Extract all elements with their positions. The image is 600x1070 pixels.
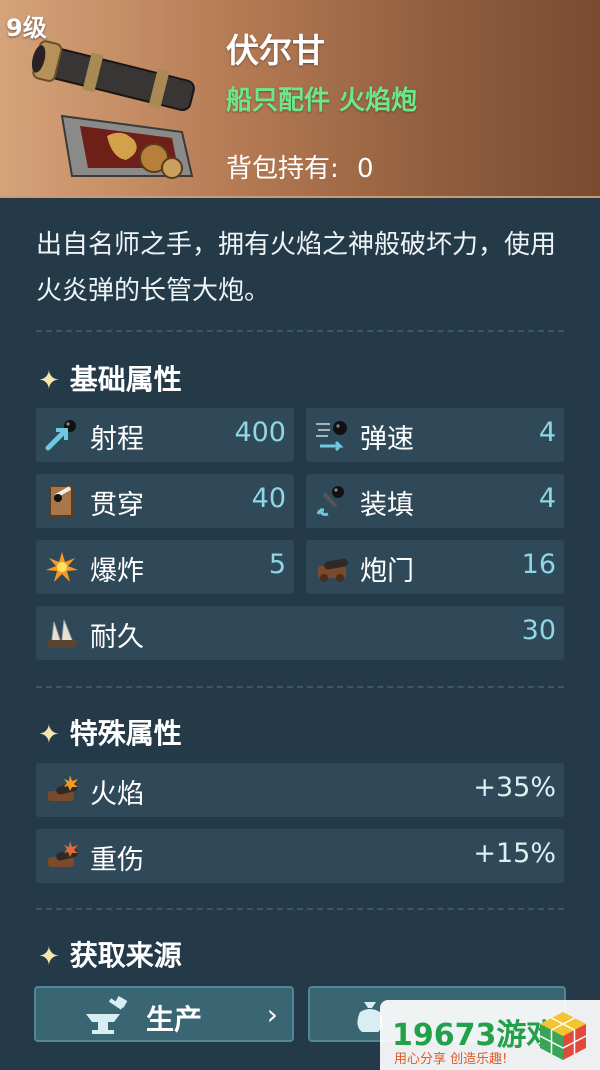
stat-value: 4 [538, 417, 556, 448]
cube-logo-icon [539, 1012, 587, 1060]
stat-row: 炮门 16 [306, 540, 564, 594]
divider [36, 330, 564, 332]
item-category: 船只配件 火焰炮 [226, 86, 418, 116]
stat-value: 4 [538, 483, 556, 514]
stat-value: +35% [473, 772, 556, 803]
stat-value: 16 [521, 549, 556, 580]
stat-value: 400 [234, 417, 286, 448]
chevron-right-icon: › [266, 998, 278, 1031]
divider [36, 908, 564, 910]
fire-cannon-icon [48, 775, 78, 801]
site-watermark: 19673游戏 用心分享 创造乐趣! [380, 1000, 600, 1070]
bullet-speed-icon [316, 421, 347, 452]
stat-row: 重伤 +15% [36, 829, 564, 883]
stat-value: 40 [251, 483, 286, 514]
reload-icon [316, 486, 344, 516]
stat-row: 耐久 30 [36, 606, 564, 660]
stat-row: 火焰 +35% [36, 763, 564, 817]
inventory-value: 0 [357, 154, 374, 184]
stat-row: 装填 4 [306, 474, 564, 528]
range-icon [45, 420, 76, 451]
item-title: 伏尔甘 [226, 31, 325, 70]
section-title: 特殊属性 [69, 717, 182, 750]
divider [36, 686, 564, 688]
item-description: 出自名师之手，拥有火焰之神般破坏力，使用火炎弹的长管大炮。 [36, 230, 557, 306]
star-icon: ✦ [38, 720, 60, 750]
stat-row: 贯穿 40 [36, 474, 294, 528]
section-basic-attributes: ✦ 基础属性 [38, 358, 182, 398]
anvil-icon [86, 996, 128, 1034]
inventory-label: 背包持有: [226, 154, 339, 184]
durability-icon [46, 619, 78, 648]
section-title: 基础属性 [69, 363, 182, 396]
stat-label: 射程 [90, 424, 144, 455]
stat-label: 装填 [360, 490, 414, 521]
source-production-button[interactable]: 生产 › [34, 986, 294, 1042]
section-acquisition-source: ✦ 获取来源 [38, 934, 182, 974]
stat-label: 爆炸 [90, 556, 144, 587]
penetration-icon [49, 485, 73, 517]
gun-port-icon [318, 558, 348, 582]
explosion-icon [46, 552, 78, 582]
stat-row: 射程 400 [36, 408, 294, 462]
stat-value: 30 [521, 615, 556, 646]
stat-label: 重伤 [90, 845, 144, 876]
stat-label: 贯穿 [90, 490, 144, 521]
star-icon: ✦ [38, 942, 60, 972]
stat-row: 弹速 4 [306, 408, 564, 462]
stat-value: 5 [268, 549, 286, 580]
cannon-icon [31, 40, 195, 179]
button-label: 生产 [146, 1003, 203, 1036]
stat-value: +15% [473, 838, 556, 869]
section-special-attributes: ✦ 特殊属性 [38, 712, 182, 752]
stat-label: 火焰 [90, 779, 144, 810]
star-icon: ✦ [38, 366, 60, 396]
stat-label: 耐久 [90, 622, 144, 653]
section-title: 获取来源 [69, 939, 182, 972]
stat-label: 弹速 [360, 424, 414, 455]
inventory-count: 背包持有: 0 [226, 148, 374, 185]
stat-row: 爆炸 5 [36, 540, 294, 594]
heavy-wound-icon [48, 841, 78, 867]
watermark-subtext: 用心分享 创造乐趣! [394, 1052, 508, 1067]
stat-label: 炮门 [360, 556, 414, 587]
item-header: 9级 伏尔甘 船只配件 火焰炮 背包持有: 0 [0, 0, 600, 198]
